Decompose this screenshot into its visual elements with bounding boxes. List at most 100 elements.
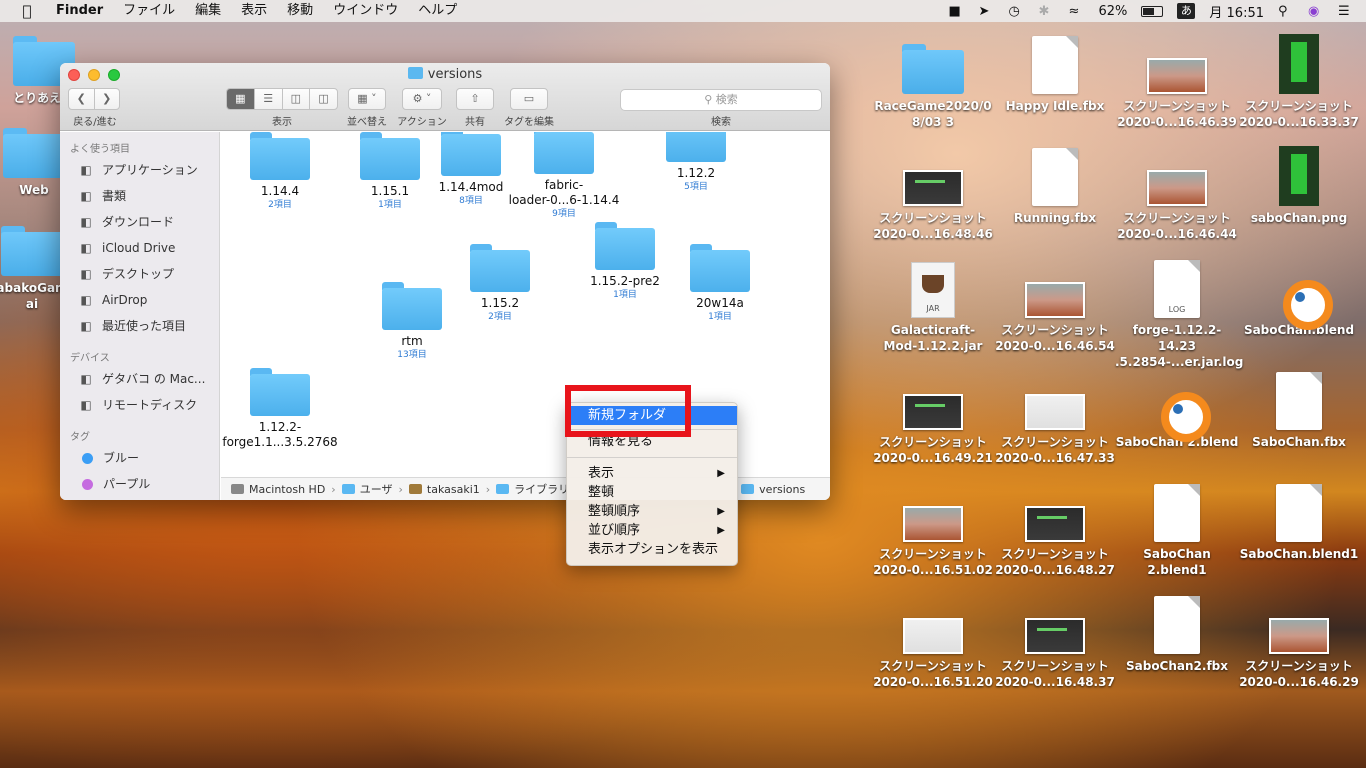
back-button[interactable]: ❮: [69, 89, 95, 109]
sidebar-item[interactable]: ◧ デスクトップ: [60, 261, 219, 287]
apple-menu-icon[interactable]: : [18, 3, 36, 19]
path-item-versions[interactable]: versions: [741, 483, 805, 496]
sidebar-item[interactable]: ◧ ゲタバコ の Mac...: [60, 366, 219, 392]
desktop-file-icon[interactable]: LOG forge-1.12.2-14.23 .5.2854-...er.jar.l…: [1115, 258, 1243, 370]
screenshot-thumbnail-icon: [1147, 58, 1207, 94]
screenshot-thumbnail-icon: [1025, 618, 1085, 654]
menu-go[interactable]: 移動: [277, 0, 323, 22]
desktop-file-icon[interactable]: スクリーンショット 2020-0...16.48.37: [993, 594, 1117, 690]
document-icon: [1154, 484, 1200, 542]
path-item-home[interactable]: takasaki1: [408, 483, 480, 496]
bluetooth-icon[interactable]: ✱: [1038, 4, 1054, 19]
desktop-file-icon[interactable]: JAR Galacticraft- Mod-1.12.2.jar: [871, 258, 995, 354]
clock[interactable]: 月 16:51: [1209, 2, 1264, 21]
path-item-macintosh-hd[interactable]: Macintosh HD: [231, 483, 325, 496]
menu-item-show-view-options[interactable]: 表示オプションを表示: [567, 540, 737, 559]
sidebar-item[interactable]: ◧ iCloud Drive: [60, 235, 219, 261]
desktop-file-icon[interactable]: SaboChan 2.blend1: [1115, 482, 1239, 578]
sidebar-item[interactable]: ◧ リモートディスク: [60, 392, 219, 418]
desktop-file-icon[interactable]: スクリーンショット 2020-0...16.48.46: [871, 146, 995, 242]
desktop-file-icon[interactable]: Happy Idle.fbx: [993, 34, 1117, 114]
desktop-file-label: スクリーンショット: [1245, 659, 1353, 673]
desktop-file-icon[interactable]: スクリーンショット 2020-0...16.49.21: [871, 370, 995, 466]
sidebar-item[interactable]: ◧ ダウンロード: [60, 209, 219, 235]
sidebar-item[interactable]: ◧ アプリケーション: [60, 157, 219, 183]
time-machine-icon[interactable]: ◷: [1008, 4, 1024, 19]
share-button[interactable]: ⇧: [456, 88, 494, 110]
menu-help[interactable]: ヘルプ: [408, 0, 467, 22]
path-item-users[interactable]: ユーザ: [341, 481, 392, 497]
desktop-file-icon[interactable]: スクリーンショット 2020-0...16.51.20: [871, 594, 995, 690]
arrange-button[interactable]: ▦ ˅: [348, 88, 386, 110]
desktop-file-icon[interactable]: スクリーンショット 2020-0...16.48.27: [993, 482, 1117, 578]
sidebar-item[interactable]: ◧ AirDrop: [60, 287, 219, 313]
menu-file[interactable]: ファイル: [113, 0, 185, 22]
desktop-file-icon[interactable]: RaceGame2020/0 8/03 3: [871, 34, 995, 130]
folder-item[interactable]: 20w14a 1項目: [660, 244, 780, 323]
list-view-icon[interactable]: ☰: [255, 89, 283, 109]
desktop-file-icon[interactable]: SaboChan2.fbx: [1115, 594, 1239, 674]
edit-tags-button[interactable]: ▭: [510, 88, 548, 110]
folder-icon: [441, 132, 501, 176]
sidebar-item[interactable]: ◧ 書類: [60, 183, 219, 209]
menu-app-finder[interactable]: Finder: [46, 0, 113, 22]
gallery-view-icon[interactable]: ◫: [310, 89, 337, 109]
view-mode-control[interactable]: ▦ ☰ ◫ ◫: [226, 88, 338, 110]
desktop-file-icon[interactable]: スクリーンショット 2020-0...16.47.33: [993, 370, 1117, 466]
spotlight-search-icon[interactable]: ⚲: [1278, 4, 1294, 19]
folder-icon: [496, 484, 510, 494]
desktop-file-icon[interactable]: スクリーンショット 2020-0...16.33.37: [1237, 34, 1361, 130]
desktop-file-label: スクリーンショット: [1001, 659, 1109, 673]
menu-item-clean-up[interactable]: 整頓: [567, 483, 737, 502]
path-item-library[interactable]: ライブラリ: [496, 481, 569, 497]
screenshot-thumbnail-icon: [903, 618, 963, 654]
back-forward-control[interactable]: ❮ ❯: [68, 88, 120, 110]
desktop-file-label: Running.fbx: [1013, 211, 1097, 225]
battery-percent[interactable]: 62%: [1098, 4, 1127, 19]
folder-item-count: 5項目: [684, 182, 708, 192]
sidebar-tag-item[interactable]: ブルー: [60, 445, 219, 471]
battery-icon[interactable]: [1141, 5, 1164, 17]
folder-item[interactable]: 1.12.2- forge1.1...3.5.2768: [221, 368, 340, 450]
folder-item[interactable]: fabric-loader-0...6-1.14.4 9項目: [504, 132, 624, 220]
desktop-file-icon[interactable]: SaboChan.blend: [1237, 258, 1361, 338]
menu-view[interactable]: 表示: [231, 0, 277, 22]
desktop-file-icon[interactable]: スクリーンショット 2020-0...16.51.02: [871, 482, 995, 578]
sidebar-tag-item[interactable]: パープル: [60, 471, 219, 497]
folder-name: 1.12.2-: [258, 420, 302, 434]
search-input[interactable]: ⚲ 検索: [620, 89, 822, 111]
input-method-icon[interactable]: あ: [1177, 3, 1196, 19]
folder-content-area[interactable]: 1.14.4 2項目 1.15.1 1項目 1.14.4mod 8項目 fabric-loa…: [221, 132, 830, 477]
folder-item[interactable]: rtm 13項目: [352, 282, 472, 361]
location-icon[interactable]: ➤: [978, 4, 994, 19]
sidebar-item[interactable]: ◧ 最近使った項目: [60, 313, 219, 339]
arrange-label: 並べ替え: [347, 117, 387, 128]
folder-icon: [341, 484, 355, 494]
menu-item-sort-by[interactable]: 並び順序 ▶: [567, 521, 737, 540]
desktop-file-icon[interactable]: Running.fbx: [993, 146, 1117, 226]
folder-item[interactable]: 1.14.4 2項目: [221, 132, 340, 211]
camera-icon[interactable]: ■: [948, 4, 964, 19]
forward-button[interactable]: ❯: [95, 89, 120, 109]
menu-window[interactable]: ウインドウ: [323, 0, 408, 22]
desktop-file-icon[interactable]: SaboChan 2.blend: [1115, 370, 1239, 450]
siri-icon[interactable]: ◉: [1308, 4, 1324, 19]
wifi-icon[interactable]: ≈: [1068, 4, 1084, 19]
desktop-file-icon[interactable]: スクリーンショット 2020-0...16.46.29: [1237, 594, 1361, 690]
menu-edit[interactable]: 編集: [185, 0, 231, 22]
desktop-file-icon[interactable]: スクリーンショット 2020-0...16.46.44: [1115, 146, 1239, 242]
desktop-file-icon[interactable]: saboChan.png: [1237, 146, 1361, 226]
menu-item-clean-up-by[interactable]: 整頓順序 ▶: [567, 502, 737, 521]
desktop-file-icon[interactable]: SaboChan.fbx: [1237, 370, 1361, 450]
desktop-file-label: saboChan.png: [1250, 211, 1348, 225]
action-button[interactable]: ⚙ ˅: [402, 88, 442, 110]
desktop-file-icon[interactable]: スクリーンショット 2020-0...16.46.54: [993, 258, 1117, 354]
icon-view-icon[interactable]: ▦: [227, 89, 255, 109]
menu-item-view[interactable]: 表示 ▶: [567, 464, 737, 483]
desktop-file-icon[interactable]: SaboChan.blend1: [1237, 482, 1361, 562]
folder-item[interactable]: 1.12.2 5項目: [636, 132, 756, 193]
desktop-file-icon[interactable]: スクリーンショット 2020-0...16.46.39: [1115, 34, 1239, 130]
search-icon: ⚲: [704, 93, 713, 106]
column-view-icon[interactable]: ◫: [283, 89, 311, 109]
notification-center-icon[interactable]: ☰: [1338, 4, 1354, 19]
